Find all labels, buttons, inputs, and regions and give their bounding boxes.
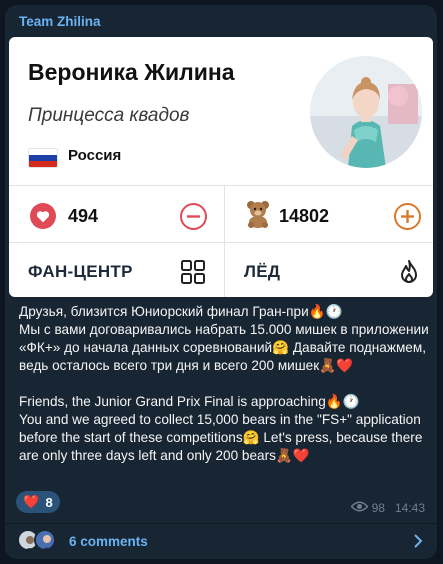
reaction-heart-icon: ❤️ [23,494,40,509]
eye-icon [350,501,369,515]
athlete-card: Вероника Жилина Принцесса квадов Россия [9,37,433,297]
country-label: Россия [68,147,122,164]
post-text-en-2: You and we agreed to collect 15,000 bear… [19,412,423,463]
ice-button[interactable]: ЛЁД [244,262,280,282]
chevron-right-icon[interactable] [413,533,423,554]
card-divider [9,242,433,243]
russia-flag-icon [28,148,58,168]
heart-reaction[interactable]: ❤️ 8 [16,491,60,513]
post-meta: 98 14:43 [350,501,425,515]
athlete-name: Вероника Жилина [28,59,235,85]
post-text-ru-2: Мы с вами договаривались набрать 15.000 … [19,322,429,373]
comments-link[interactable]: 6 comments [69,534,148,549]
heart-icon [30,203,56,229]
comments-divider [5,523,437,524]
commenter-avatars [17,529,63,553]
flame-icon[interactable] [399,259,419,290]
post-time: 14:43 [394,501,425,515]
post-text-ru-1: Друзья, близится Юниорский финал Гран-пр… [19,304,343,319]
post-text: Друзья, близится Юниорский финал Гран-пр… [19,303,429,465]
likes-count: 494 [68,206,99,226]
minus-button[interactable] [180,203,207,230]
reaction-count: 8 [45,494,53,510]
avatar [34,529,56,551]
fan-center-button[interactable]: ФАН-ЦЕНТР [28,262,133,282]
athlete-photo [310,56,422,168]
teddy-bear-icon [245,200,271,233]
plus-button[interactable] [394,203,421,230]
channel-name[interactable]: Team Zhilina [19,14,101,29]
card-divider-vertical [224,185,225,297]
views-count: 98 [371,501,385,515]
post-text-en-1: Friends, the Junior Grand Prix Final is … [19,394,360,409]
channel-post: Team Zhilina Вероника Жилина Принцесса к… [5,5,437,559]
grid-icon[interactable] [180,259,206,290]
bears-count: 14802 [279,206,330,226]
athlete-nickname: Принцесса квадов [28,105,190,126]
card-divider [9,185,433,186]
